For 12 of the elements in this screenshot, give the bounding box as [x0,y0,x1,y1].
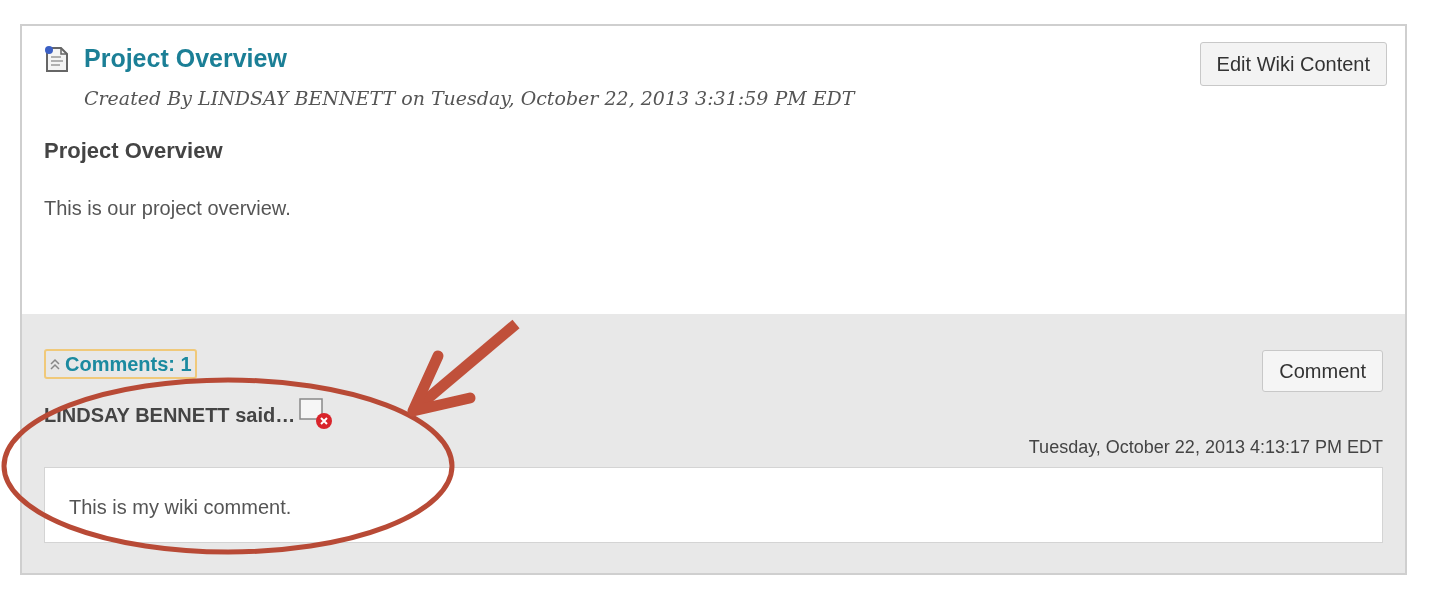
comment-timestamp: Tuesday, October 22, 2013 4:13:17 PM EDT [1028,436,1383,459]
delete-comment-icon[interactable] [299,398,334,430]
edit-wiki-content-button[interactable]: Edit Wiki Content [1199,42,1387,86]
comment-text: This is my wiki comment. [69,495,292,520]
byline: Created By LINDSAY BENNETT on Tuesday, October 22, 2013 3:31:59 PM EDT [84,85,855,111]
page-title[interactable]: Project Overview [84,40,287,78]
comment-button[interactable]: Comment [1262,350,1383,392]
comment-author: LINDSAY BENNETT said… [44,403,296,428]
content-text: This is our project overview. [44,196,292,221]
document-icon [44,44,70,73]
content-heading: Project Overview [44,137,224,165]
collapse-icon [49,358,61,370]
